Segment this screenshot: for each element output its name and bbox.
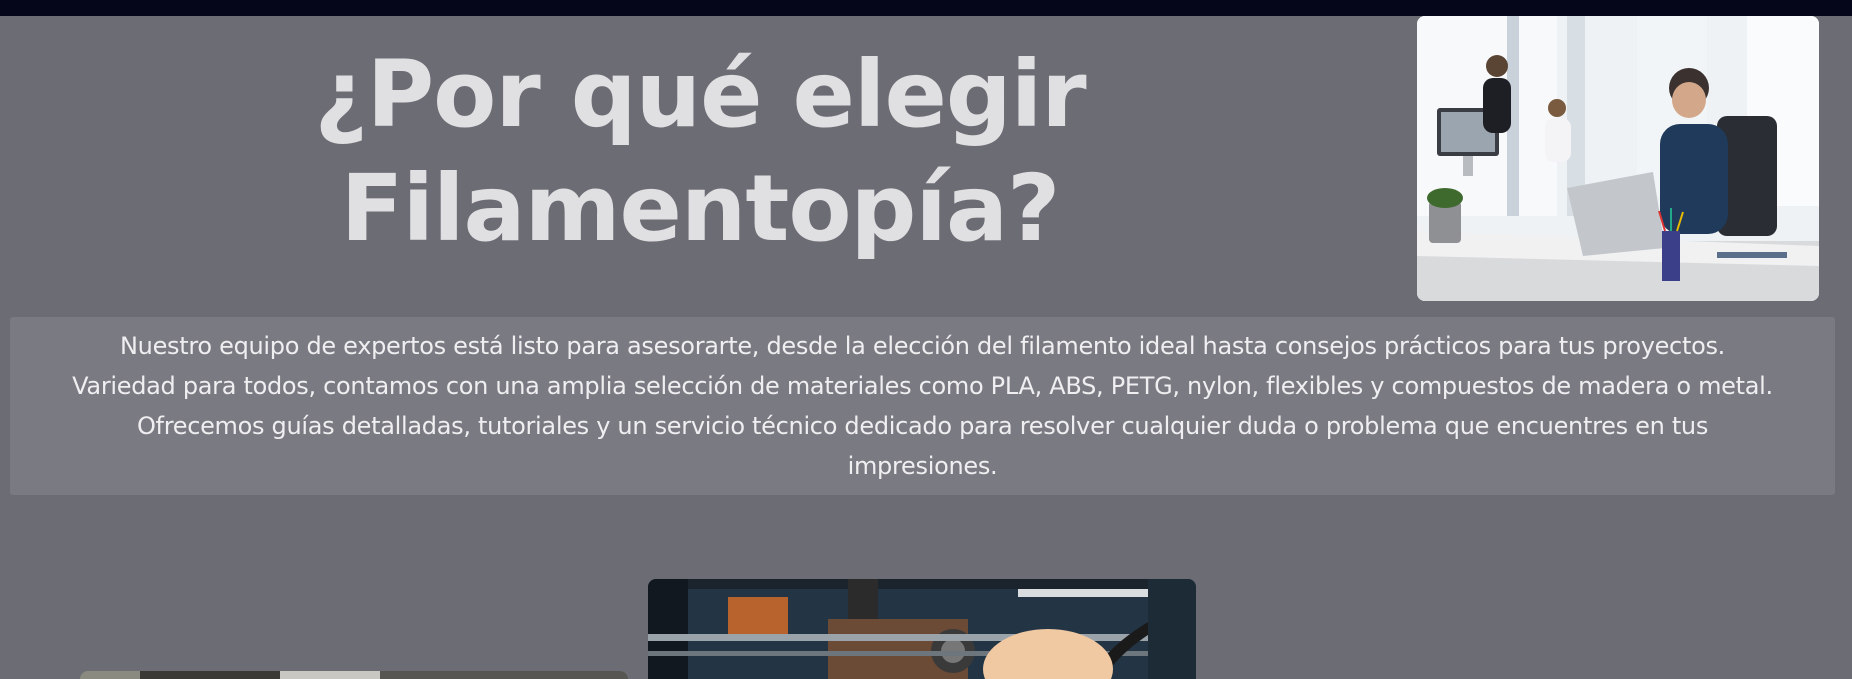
info-line-1: Nuestro equipo de expertos está listo pa… bbox=[120, 332, 1725, 360]
section-title-line-2: Filamentopía? bbox=[340, 155, 1061, 262]
info-text: Nuestro equipo de expertos está listo pa… bbox=[15, 326, 1830, 486]
info-box: Nuestro equipo de expertos está listo pa… bbox=[10, 317, 1835, 495]
printer-image bbox=[648, 579, 1196, 679]
office-team-photo bbox=[1417, 16, 1819, 301]
info-line-2: Variedad para todos, contamos con una am… bbox=[72, 372, 1773, 400]
gallery-image-left bbox=[80, 671, 628, 679]
top-navigation-bar bbox=[0, 0, 1852, 16]
info-line-3: Ofrecemos guías detalladas, tutoriales y… bbox=[136, 412, 1709, 440]
section-title-line-1: ¿Por qué elegir bbox=[314, 41, 1086, 148]
section-title: ¿Por qué elegir Filamentopía? bbox=[250, 38, 1150, 266]
info-line-4: impresiones. bbox=[847, 452, 998, 480]
